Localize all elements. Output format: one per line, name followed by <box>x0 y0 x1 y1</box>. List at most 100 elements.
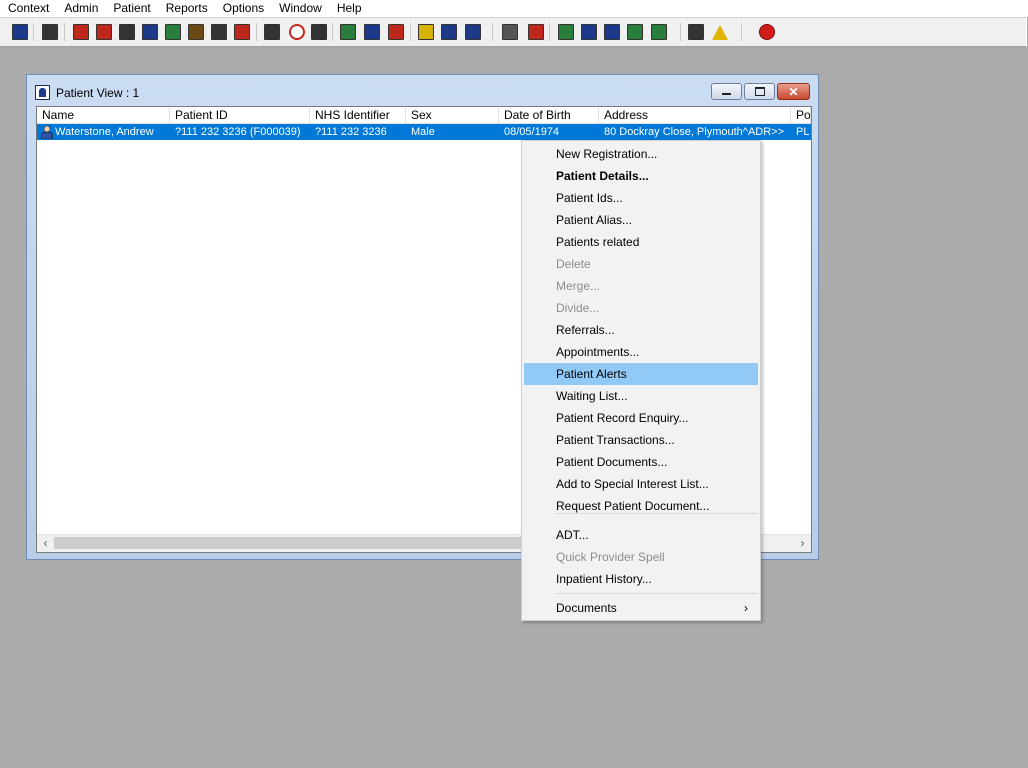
ambulance-button[interactable] <box>463 22 483 42</box>
menu-patient[interactable]: Patient <box>105 0 157 17</box>
toolbar-separator <box>64 23 65 41</box>
window-title: Patient View : 1 <box>56 86 140 100</box>
no-entry-button[interactable] <box>386 22 406 42</box>
menu-window[interactable]: Window <box>271 0 329 17</box>
transfer-button[interactable] <box>686 22 706 42</box>
notes-icon <box>188 24 204 40</box>
cell-nhs-identifier: ?111 232 3236 <box>315 126 387 138</box>
menu-item-new-registration[interactable]: New Registration... <box>524 143 758 165</box>
close-icon: ✕ <box>788 84 799 99</box>
globe-button[interactable] <box>556 22 576 42</box>
menu-context[interactable]: Context <box>0 0 56 17</box>
menu-item-patient-documents[interactable]: Patient Documents... <box>524 451 758 473</box>
warning-icon <box>712 24 728 40</box>
inbox-icon <box>581 24 597 40</box>
menu-admin[interactable]: Admin <box>56 0 105 17</box>
card-icon <box>340 24 356 40</box>
menu-item-patient-record-enquiry[interactable]: Patient Record Enquiry... <box>524 407 758 429</box>
menu-item-patient-details[interactable]: Patient Details... <box>524 165 758 187</box>
menu-item-documents[interactable]: Documents › <box>524 597 758 619</box>
notes-button[interactable] <box>186 22 206 42</box>
cell-sex: Male <box>411 126 435 138</box>
doctor-button[interactable] <box>163 22 183 42</box>
menu-item-label: Appointments... <box>556 345 640 359</box>
menu-item-add-to-special-interest-list[interactable]: Add to Special Interest List... <box>524 473 758 495</box>
m-letter-button[interactable] <box>140 22 160 42</box>
toolbar-separator <box>410 23 411 41</box>
menu-item-label: ADT... <box>556 528 589 542</box>
refresh-button[interactable] <box>625 22 645 42</box>
menu-bar: Context Admin Patient Reports Options Wi… <box>0 0 1028 17</box>
menu-help[interactable]: Help <box>329 0 369 17</box>
menu-separator <box>555 513 758 514</box>
menu-options[interactable]: Options <box>215 0 271 17</box>
card-button[interactable] <box>338 22 358 42</box>
menu-item-label: Referrals... <box>556 323 615 337</box>
menu-item-quick-provider-spell: Quick Provider Spell <box>524 546 758 568</box>
menu-item-waiting-list[interactable]: Waiting List... <box>524 385 758 407</box>
toolbar-separator <box>741 23 742 41</box>
flag-button[interactable] <box>232 22 252 42</box>
book-red-button[interactable] <box>71 22 91 42</box>
column-header-address[interactable]: Address <box>599 107 791 123</box>
menu-item-patient-alias[interactable]: Patient Alias... <box>524 209 758 231</box>
exit-button[interactable] <box>757 22 777 42</box>
cell-patient-id: ?111 232 3236 (F000039) <box>175 126 301 138</box>
column-header-sex[interactable]: Sex <box>406 107 499 123</box>
scroll-left-icon[interactable]: ‹ <box>37 535 54 552</box>
window-titlebar[interactable]: Patient View : 1 ✕ <box>27 75 818 109</box>
menu-item-inpatient-history[interactable]: Inpatient History... <box>524 568 758 590</box>
download-button[interactable] <box>602 22 622 42</box>
bar-chart-button[interactable] <box>526 22 546 42</box>
document-button[interactable] <box>500 22 520 42</box>
handshake-button[interactable] <box>209 22 229 42</box>
window-button[interactable] <box>362 22 382 42</box>
menu-item-label: Add to Special Interest List... <box>556 477 709 491</box>
menu-item-patient-alerts[interactable]: Patient Alerts <box>524 363 758 385</box>
menu-item-label: Documents <box>556 601 617 615</box>
column-header-patient-id[interactable]: Patient ID <box>170 107 310 123</box>
menu-item-referrals[interactable]: Referrals... <box>524 319 758 341</box>
patient-button[interactable] <box>10 22 30 42</box>
clock-button[interactable] <box>287 22 307 42</box>
download-icon <box>604 24 620 40</box>
toolbar <box>0 17 1027 47</box>
table-row[interactable]: Waterstone, Andrew ?111 232 3236 (F00003… <box>37 124 811 140</box>
menu-item-label: Patient Record Enquiry... <box>556 411 689 425</box>
export-button[interactable] <box>649 22 669 42</box>
menu-item-adt[interactable]: ADT... <box>524 524 758 546</box>
menu-item-appointments[interactable]: Appointments... <box>524 341 758 363</box>
exit-icon <box>759 24 775 40</box>
column-header-nhs-identifier[interactable]: NHS Identifier <box>310 107 406 123</box>
close-button[interactable]: ✕ <box>777 83 810 100</box>
globe-icon <box>558 24 574 40</box>
document-icon <box>502 24 518 40</box>
form-button[interactable] <box>94 22 114 42</box>
search-record-button[interactable] <box>262 22 282 42</box>
list-button[interactable] <box>117 22 137 42</box>
list-header: Name Patient ID NHS Identifier Sex Date … <box>37 107 811 124</box>
menu-item-patients-related[interactable]: Patients related <box>524 231 758 253</box>
column-header-date-of-birth[interactable]: Date of Birth <box>499 107 599 123</box>
cell-date-of-birth: 08/05/1974 <box>504 126 560 138</box>
column-header-name[interactable]: Name <box>37 107 170 123</box>
bed-button[interactable] <box>439 22 459 42</box>
menu-item-merge: Merge... <box>524 275 758 297</box>
column-header-postcode[interactable]: Po <box>791 107 811 123</box>
menu-item-patient-ids[interactable]: Patient Ids... <box>524 187 758 209</box>
monitor-button[interactable] <box>309 22 329 42</box>
maximize-button[interactable] <box>744 83 775 100</box>
menu-item-patient-transactions[interactable]: Patient Transactions... <box>524 429 758 451</box>
scroll-right-icon[interactable]: › <box>794 535 811 552</box>
menu-reports[interactable]: Reports <box>158 0 215 17</box>
minimize-button[interactable] <box>711 83 742 100</box>
restore-icon <box>754 87 765 96</box>
toolbar-separator <box>33 23 34 41</box>
transfer-icon <box>688 24 704 40</box>
toolbar-separator <box>256 23 257 41</box>
note-yellow-button[interactable] <box>416 22 436 42</box>
warning-button[interactable] <box>710 22 730 42</box>
inbox-button[interactable] <box>579 22 599 42</box>
printer-button[interactable] <box>40 22 60 42</box>
scrollbar-thumb[interactable] <box>54 537 524 549</box>
